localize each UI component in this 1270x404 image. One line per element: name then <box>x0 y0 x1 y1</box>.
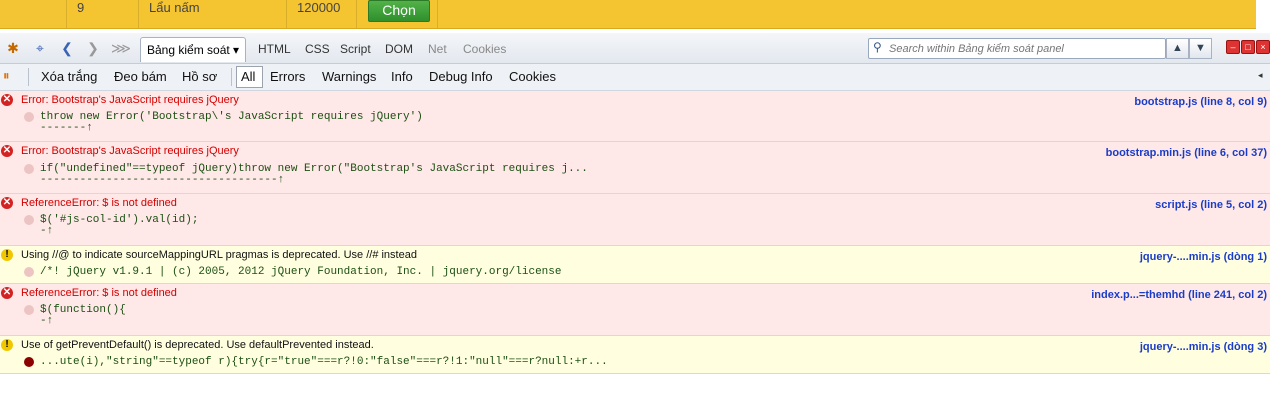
page-table-row: 9 Lẩu nấm 120000 Chọn <box>0 0 1256 29</box>
warning-icon: ! <box>1 249 13 261</box>
error-icon: ✕ <box>1 94 13 106</box>
log-message: Using //@ to indicate sourceMappingURL p… <box>21 249 417 261</box>
forward-icon[interactable]: ❯ <box>84 39 102 57</box>
error-pointer: -↑ <box>40 315 54 327</box>
log-message: ReferenceError: $ is not defined <box>21 287 177 299</box>
tab-net[interactable]: Net <box>428 42 447 56</box>
clear-button[interactable]: Xóa trắng <box>41 69 97 84</box>
filter-errors-button[interactable]: Errors <box>270 69 305 84</box>
breakpoint-dot[interactable] <box>24 357 34 367</box>
error-icon: ✕ <box>1 197 13 209</box>
error-icon: ✕ <box>1 287 13 299</box>
log-source-link[interactable]: jquery-....min.js (dòng 3) <box>1140 341 1267 353</box>
search-icon: ⚲ <box>873 40 882 54</box>
log-row[interactable]: ✕ ReferenceError: $ is not defined index… <box>0 284 1270 336</box>
tab-html[interactable]: HTML <box>258 42 291 56</box>
log-source-link[interactable]: index.p...=themhd (line 241, col 2) <box>1091 289 1267 301</box>
log-row[interactable]: ✕ Error: Bootstrap's JavaScript requires… <box>0 91 1270 142</box>
toolbar-separator <box>231 68 232 86</box>
minimize-icon[interactable]: – <box>1226 40 1240 54</box>
firebug-icon[interactable]: ✱ <box>4 39 22 57</box>
log-message: Error: Bootstrap's JavaScript requires j… <box>21 94 239 106</box>
tab-css[interactable]: CSS <box>305 42 330 56</box>
log-code: throw new Error('Bootstrap\'s JavaScript… <box>40 111 423 123</box>
breakpoint-dot[interactable] <box>24 112 34 122</box>
warning-icon: ! <box>1 339 13 351</box>
error-pointer: -------↑ <box>40 122 93 134</box>
tab-console[interactable]: Bảng kiểm soát ▾ <box>140 37 247 62</box>
log-row[interactable]: ! Use of getPreventDefault() is deprecat… <box>0 336 1270 374</box>
profile-button[interactable]: Hồ sơ <box>182 69 217 84</box>
error-pointer: ------------------------------------↑ <box>40 174 285 186</box>
tab-script[interactable]: Script <box>340 42 371 56</box>
error-pointer: -↑ <box>40 225 54 237</box>
persist-button[interactable]: Đeo bám <box>114 69 167 84</box>
breakpoint-dot[interactable] <box>24 215 34 225</box>
firebug-toolbar: ✱ ⌖ ❮ ❯ ⋙ Bảng kiểm soát ▾ HTML CSS Scri… <box>0 33 1270 64</box>
log-row[interactable]: ✕ Error: Bootstrap's JavaScript requires… <box>0 142 1270 194</box>
command-line-icon[interactable]: ⋙ <box>111 39 131 57</box>
row-cell-blank <box>0 0 66 28</box>
error-icon: ✕ <box>1 145 13 157</box>
back-icon[interactable]: ❮ <box>58 39 76 57</box>
log-source-link[interactable]: bootstrap.min.js (line 6, col 37) <box>1106 147 1267 159</box>
row-index: 9 <box>66 0 138 28</box>
log-message: ReferenceError: $ is not defined <box>21 197 177 209</box>
search-input[interactable] <box>889 39 1159 58</box>
log-source-link[interactable]: script.js (line 5, col 2) <box>1155 199 1267 211</box>
break-on-errors-icon[interactable]: ⏸ <box>3 68 10 84</box>
choose-button[interactable]: Chọn <box>368 0 430 22</box>
side-panel-toggle-icon[interactable]: ◂ <box>1258 70 1263 81</box>
detach-icon[interactable]: □ <box>1241 40 1255 54</box>
log-row[interactable]: ✕ ReferenceError: $ is not defined scrip… <box>0 194 1270 246</box>
log-code: $('#js-col-id').val(id); <box>40 214 199 226</box>
row-name: Lẩu nấm <box>138 0 286 28</box>
close-icon[interactable]: × <box>1256 40 1270 54</box>
breakpoint-dot[interactable] <box>24 305 34 315</box>
row-price: 120000 <box>286 0 356 28</box>
log-source-link[interactable]: jquery-....min.js (dòng 1) <box>1140 251 1267 263</box>
tab-dom[interactable]: DOM <box>385 42 413 56</box>
filter-all-button[interactable]: All <box>241 69 255 84</box>
tab-cookies[interactable]: Cookies <box>463 42 506 56</box>
search-next-button[interactable]: ▼ <box>1189 38 1212 59</box>
filter-info-button[interactable]: Info <box>391 69 413 84</box>
log-message: Use of getPreventDefault() is deprecated… <box>21 339 374 351</box>
toolbar-separator <box>28 68 29 86</box>
inspect-icon[interactable]: ⌖ <box>31 39 49 57</box>
search-previous-button[interactable]: ▲ <box>1166 38 1189 59</box>
log-code: ...ute(i),"string"==typeof r){try{r="tru… <box>40 356 608 368</box>
search-box: ⚲ <box>868 38 1166 59</box>
log-row[interactable]: ! Using //@ to indicate sourceMappingURL… <box>0 246 1270 284</box>
breakpoint-dot[interactable] <box>24 267 34 277</box>
filter-cookies-button[interactable]: Cookies <box>509 69 556 84</box>
filter-warnings-button[interactable]: Warnings <box>322 69 376 84</box>
log-source-link[interactable]: bootstrap.js (line 8, col 9) <box>1134 96 1267 108</box>
filter-debug-info-button[interactable]: Debug Info <box>429 69 493 84</box>
log-message: Error: Bootstrap's JavaScript requires j… <box>21 145 239 157</box>
breakpoint-dot[interactable] <box>24 164 34 174</box>
log-code: /*! jQuery v1.9.1 | (c) 2005, 2012 jQuer… <box>40 266 562 278</box>
console-toolbar: ⏸ Xóa trắng Đeo bám Hồ sơ All Errors War… <box>0 64 1270 91</box>
